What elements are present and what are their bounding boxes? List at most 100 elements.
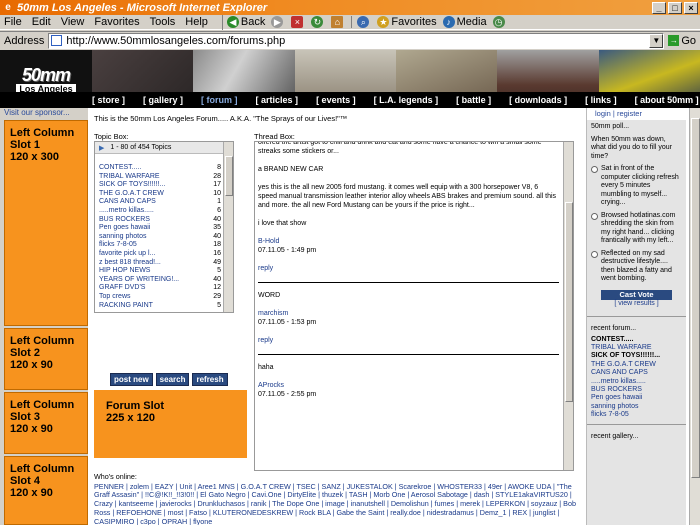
topic-title[interactable]: CONTEST.....: [99, 164, 141, 173]
thread-scroll-thumb[interactable]: [565, 202, 573, 402]
recent-topic-link[interactable]: flicks 7-8-05: [591, 411, 682, 419]
maximize-button[interactable]: □: [668, 1, 682, 14]
topic-item[interactable]: YEARS OF WRITEING!... 40: [99, 276, 221, 285]
go-button[interactable]: → Go: [664, 35, 700, 47]
topic-item[interactable]: CONTEST..... 8: [99, 164, 221, 173]
media-button[interactable]: ♪ Media: [442, 16, 487, 28]
post-3-author[interactable]: AProcks: [258, 381, 559, 390]
close-button[interactable]: ×: [684, 1, 698, 14]
view-results-link[interactable]: [ view results ]: [591, 300, 682, 309]
play-arrow-icon[interactable]: ▶: [99, 144, 104, 152]
topic-title[interactable]: SICK OF TOYS!!!!!!...: [99, 181, 165, 190]
left-ad-slot-1[interactable]: Left Column Slot 1 120 x 300: [4, 120, 88, 326]
address-url[interactable]: http://www.50mmlosangeles.com/forums.php: [66, 35, 649, 47]
radio-icon[interactable]: [591, 212, 598, 220]
topic-title[interactable]: .....metro killas.....: [99, 207, 154, 216]
nav-la-legends[interactable]: [ L.A. legends ]: [374, 92, 439, 108]
topic-item[interactable]: .....metro killas..... 6: [99, 207, 221, 216]
favorites-button[interactable]: ★ Favorites: [377, 16, 437, 28]
topic-item[interactable]: z best 818 thread!... 49: [99, 259, 221, 268]
nav-events[interactable]: [ events ]: [316, 92, 356, 108]
nav-gallery[interactable]: [ gallery ]: [143, 92, 183, 108]
post-2-author[interactable]: marchism: [258, 309, 559, 318]
menu-file[interactable]: File: [4, 16, 22, 28]
menu-view[interactable]: View: [61, 16, 85, 28]
recent-topic-link[interactable]: THE G.O.A.T CREW: [591, 361, 682, 369]
topic-item[interactable]: CANS AND CAPS 1: [99, 198, 221, 207]
topic-title[interactable]: GRAFF DVD'S: [99, 284, 145, 293]
poll-option-1[interactable]: Sat in front of the computer clicking re…: [591, 165, 682, 208]
topic-title[interactable]: YEARS OF WRITEING!...: [99, 276, 179, 285]
refresh-button[interactable]: ↻: [311, 16, 325, 28]
search-button[interactable]: ⌕: [357, 16, 371, 28]
topic-title[interactable]: TRIBAL WARFARE: [99, 173, 160, 182]
menu-favorites[interactable]: Favorites: [94, 16, 139, 28]
refresh-forum-button[interactable]: refresh: [192, 373, 228, 386]
forum-ad-slot[interactable]: Forum Slot 225 x 120: [94, 390, 247, 458]
topic-item[interactable]: THE G.O.A.T CREW 10: [99, 190, 221, 199]
nav-downloads[interactable]: [ downloads ]: [509, 92, 567, 108]
recent-topic-link[interactable]: BUS ROCKERS: [591, 386, 682, 394]
poll-option-2[interactable]: Browsed hotlatinas.com shredding the ski…: [591, 212, 682, 246]
topic-title[interactable]: Top crews: [99, 293, 131, 302]
topic-title[interactable]: favorite pick up l...: [99, 250, 155, 259]
menu-tools[interactable]: Tools: [150, 16, 176, 28]
online-users-list[interactable]: PENNER | zolem | EAZY | Unit | Aree1 MNS…: [94, 482, 576, 525]
recent-topic-link[interactable]: sanning photos: [591, 403, 682, 411]
sponsor-link[interactable]: Visit our sponsor...: [0, 108, 88, 118]
menu-edit[interactable]: Edit: [32, 16, 51, 28]
topic-scroll-thumb[interactable]: [225, 156, 233, 196]
topic-item[interactable]: RACKING PAINT 5: [99, 302, 221, 311]
topic-title[interactable]: RACKING PAINT: [99, 302, 153, 311]
back-button[interactable]: ◀ Back: [226, 16, 265, 28]
nav-links[interactable]: [ links ]: [585, 92, 617, 108]
minimize-button[interactable]: _: [652, 1, 666, 14]
home-button[interactable]: ⌂: [331, 16, 345, 28]
topic-item[interactable]: flicks 7-8-05 18: [99, 241, 221, 250]
recent-topic-link[interactable]: CANS AND CAPS: [591, 369, 682, 377]
topic-item[interactable]: favorite pick up l... 16: [99, 250, 221, 259]
recent-topic-link[interactable]: SICK OF TOYS!!!!!!...: [591, 352, 682, 360]
topic-title[interactable]: THE G.O.A.T CREW: [99, 190, 164, 199]
topic-title[interactable]: z best 818 thread!...: [99, 259, 161, 268]
topic-title[interactable]: CANS AND CAPS: [99, 198, 156, 207]
topic-title[interactable]: BUS ROCKERS: [99, 216, 150, 225]
recent-topic-link[interactable]: .....metro killas.....: [591, 378, 682, 386]
topic-item[interactable]: sanning photos 40: [99, 233, 221, 242]
forward-button[interactable]: ▶: [271, 16, 285, 28]
address-dropdown-icon[interactable]: ▼: [649, 33, 664, 48]
topic-item[interactable]: BUS ROCKERS 40: [99, 216, 221, 225]
menu-help[interactable]: Help: [185, 16, 208, 28]
search-forum-button[interactable]: search: [155, 373, 190, 386]
topic-title[interactable]: Pen goes hawaii: [99, 224, 150, 233]
cast-vote-button[interactable]: Cast Vote: [601, 289, 672, 300]
thread-box-scrollbar[interactable]: [563, 142, 573, 470]
topic-title[interactable]: flicks 7-8-05: [99, 241, 137, 250]
post-1-reply[interactable]: reply: [258, 264, 559, 273]
post-1-author[interactable]: B-Hold: [258, 237, 559, 246]
topic-box-scrollbar[interactable]: [223, 142, 233, 312]
left-ad-slot-2[interactable]: Left Column Slot 2 120 x 90: [4, 328, 88, 390]
nav-articles[interactable]: [ articles ]: [256, 92, 299, 108]
topic-title[interactable]: HIP HOP NEWS: [99, 267, 150, 276]
topic-item[interactable]: TRIBAL WARFARE 28: [99, 173, 221, 182]
left-ad-slot-3[interactable]: Left Column Slot 3 120 x 90: [4, 392, 88, 454]
post-new-button[interactable]: post new: [110, 373, 153, 386]
radio-icon[interactable]: [591, 166, 598, 173]
history-button[interactable]: ◷: [492, 16, 507, 28]
topic-item[interactable]: HIP HOP NEWS 5: [99, 267, 221, 276]
recent-topic-link[interactable]: Pen goes hawaii: [591, 394, 682, 402]
page-scrollbar[interactable]: [689, 108, 700, 525]
topic-title[interactable]: sanning photos: [99, 233, 146, 242]
topic-item[interactable]: Pen goes hawaii 35: [99, 224, 221, 233]
poll-option-3[interactable]: Reflected on my sad destructive lifestyl…: [591, 250, 682, 284]
nav-about[interactable]: [ about 50mm ]: [635, 92, 699, 108]
stop-button[interactable]: ×: [291, 16, 305, 28]
left-ad-slot-4[interactable]: Left Column Slot 4 120 x 90: [4, 456, 88, 525]
address-input[interactable]: http://www.50mmlosangeles.com/forums.php…: [48, 32, 665, 49]
topic-item[interactable]: GRAFF DVD'S 12: [99, 284, 221, 293]
nav-battle[interactable]: [ battle ]: [456, 92, 491, 108]
nav-store[interactable]: [ store ]: [92, 92, 125, 108]
nav-forum[interactable]: [ forum ]: [201, 92, 238, 108]
topic-item[interactable]: Top crews 29: [99, 293, 221, 302]
